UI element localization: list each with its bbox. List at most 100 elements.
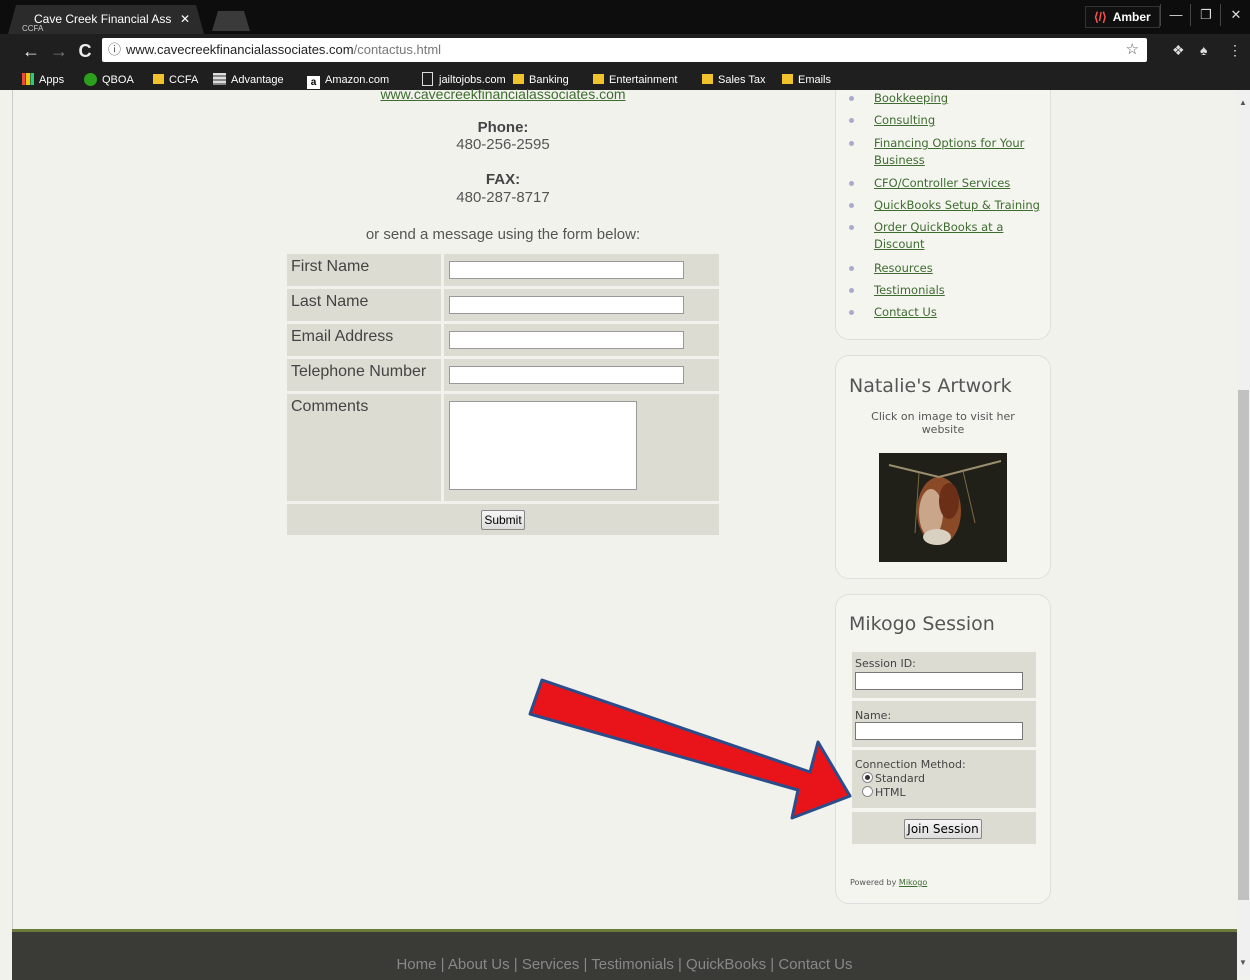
profile-name: Amber (1112, 10, 1151, 24)
nav-resources[interactable]: Resources (874, 260, 933, 277)
last-name-label: Last Name (287, 289, 441, 321)
comments-textarea[interactable] (449, 401, 637, 490)
quickbooks-icon (84, 73, 97, 86)
close-tab-icon[interactable]: ✕ (180, 5, 190, 34)
email-cell (444, 324, 719, 356)
radio-html[interactable]: HTML (862, 786, 906, 799)
nav-order-quickbooks[interactable]: Order QuickBooks at a Discount (874, 219, 1014, 253)
forward-icon[interactable]: → (48, 39, 70, 63)
join-session-button[interactable]: Join Session (904, 819, 982, 839)
mikogo-panel: Mikogo Session Session ID: Name: Connect… (835, 594, 1051, 904)
email-label: Email Address (287, 324, 441, 356)
form-row-telephone: Telephone Number (287, 359, 719, 391)
telephone-input[interactable] (449, 366, 684, 384)
mikogo-title: Mikogo Session (849, 613, 995, 635)
reload-icon[interactable]: C (74, 39, 96, 63)
submit-button[interactable]: Submit (481, 510, 525, 530)
session-id-cell: Session ID: (852, 652, 1036, 698)
last-name-cell (444, 289, 719, 321)
folder-icon (782, 74, 793, 84)
extension-icon[interactable]: ♠ (1200, 42, 1207, 58)
nav-bookkeeping[interactable]: Bookkeeping (874, 90, 948, 107)
connection-label: Connection Method: (855, 758, 966, 771)
bullet-icon (849, 141, 854, 146)
nav-contact-us[interactable]: Contact Us (874, 304, 937, 321)
first-name-input[interactable] (449, 261, 684, 279)
nav-testimonials[interactable]: Testimonials (874, 282, 945, 299)
bullet-icon (849, 203, 854, 208)
fax-value: 480-287-8717 (456, 189, 550, 206)
website-link[interactable]: www.cavecreekfinancialassociates.com (287, 86, 719, 102)
submit-row: Submit (287, 504, 719, 535)
new-tab-button[interactable] (212, 11, 250, 31)
form-row-comments: Comments (287, 394, 719, 501)
folder-icon (593, 74, 604, 84)
tab-title: Cave Creek Financial Ass (34, 12, 172, 26)
telephone-cell (444, 359, 719, 391)
bookmark-emails[interactable]: Emails (782, 72, 831, 88)
nav-consulting[interactable]: Consulting (874, 112, 935, 129)
phone-value: 480-256-2595 (456, 136, 550, 153)
profile-button[interactable]: ⟨/⟩ Amber (1085, 6, 1160, 28)
dropbox-icon[interactable]: ❖ (1172, 42, 1185, 59)
navigation-bar: ← → C ⓘ www.cavecreekfinancialassociates… (0, 34, 1250, 68)
scroll-down-icon[interactable]: ▼ (1239, 958, 1247, 967)
artwork-title: Natalie's Artwork (849, 375, 1012, 397)
folder-icon (513, 74, 524, 84)
close-window-button[interactable]: ✕ (1220, 4, 1250, 26)
folder-icon (153, 74, 164, 84)
nav-financing[interactable]: Financing Options for Your Business (874, 135, 1034, 169)
mikogo-link[interactable]: Mikogo (899, 878, 927, 887)
address-bar[interactable]: ⓘ www.cavecreekfinancialassociates.com/c… (102, 38, 1147, 62)
html-label: HTML (875, 786, 906, 799)
moth-artwork-icon (879, 453, 1007, 562)
radio-standard[interactable]: Standard (862, 772, 925, 785)
phone-label: Phone: (477, 119, 529, 136)
artwork-panel: Natalie's Artwork Click on image to visi… (835, 355, 1051, 579)
fax-label: FAX: (485, 171, 521, 188)
scroll-thumb[interactable] (1238, 390, 1249, 900)
first-name-label: First Name (287, 254, 441, 286)
telephone-label: Telephone Number (287, 359, 441, 391)
radio-checked-icon (862, 772, 873, 783)
powered-by: Powered by Mikogo (850, 878, 927, 887)
tab-strip: CCFA Cave Creek Financial Ass ✕ ⟨/⟩ Amber… (0, 0, 1250, 34)
services-nav: Bookkeeping Consulting Financing Options… (835, 90, 1051, 340)
back-icon[interactable]: ← (20, 39, 42, 63)
nav-cfo[interactable]: CFO/Controller Services (874, 175, 1010, 192)
url-host: www.cavecreekfinancialassociates.com (126, 42, 354, 57)
form-intro: or send a message using the form below: (365, 226, 641, 243)
bookmark-advantage[interactable]: Advantage (213, 72, 284, 88)
bookmark-apps[interactable]: Apps (22, 72, 64, 88)
bookmark-ccfa[interactable]: CCFA (153, 72, 198, 88)
form-row-last-name: Last Name (287, 289, 719, 321)
bookmark-label: Sales Tax (718, 74, 766, 86)
nav-quickbooks-setup[interactable]: QuickBooks Setup & Training (874, 197, 1040, 214)
name-label: Name: (855, 709, 892, 722)
form-row-first-name: First Name (287, 254, 719, 286)
folder-icon (702, 74, 713, 84)
minimize-button[interactable]: — (1160, 4, 1191, 26)
bookmark-qboa[interactable]: QBOA (84, 72, 134, 88)
bookmark-label: jailtojobs.com (439, 74, 506, 86)
session-id-input[interactable] (855, 672, 1023, 690)
bookmark-label: Entertainment (609, 74, 678, 86)
scroll-up-icon[interactable]: ▲ (1239, 98, 1247, 107)
name-input[interactable] (855, 722, 1023, 740)
menu-icon[interactable]: ⋮ (1228, 42, 1242, 59)
artwork-image[interactable] (879, 453, 1007, 562)
bookmark-star-icon[interactable]: ☆ (1126, 38, 1139, 62)
bookmark-label: Emails (798, 74, 832, 86)
name-cell: Name: (852, 701, 1036, 747)
email-input[interactable] (449, 331, 684, 349)
tab-active[interactable]: CCFA Cave Creek Financial Ass ✕ (8, 5, 204, 34)
restore-button[interactable]: ❐ (1190, 4, 1221, 26)
last-name-input[interactable] (449, 296, 684, 314)
info-icon[interactable]: ⓘ (108, 38, 121, 62)
footer-links[interactable]: Home | About Us | Services | Testimonial… (12, 956, 1237, 973)
bullet-icon (849, 118, 854, 123)
scrollbar[interactable]: ▲ ▼ (1237, 90, 1250, 977)
bullet-icon (849, 96, 854, 101)
page-icon (422, 72, 433, 86)
bullet-icon (849, 181, 854, 186)
